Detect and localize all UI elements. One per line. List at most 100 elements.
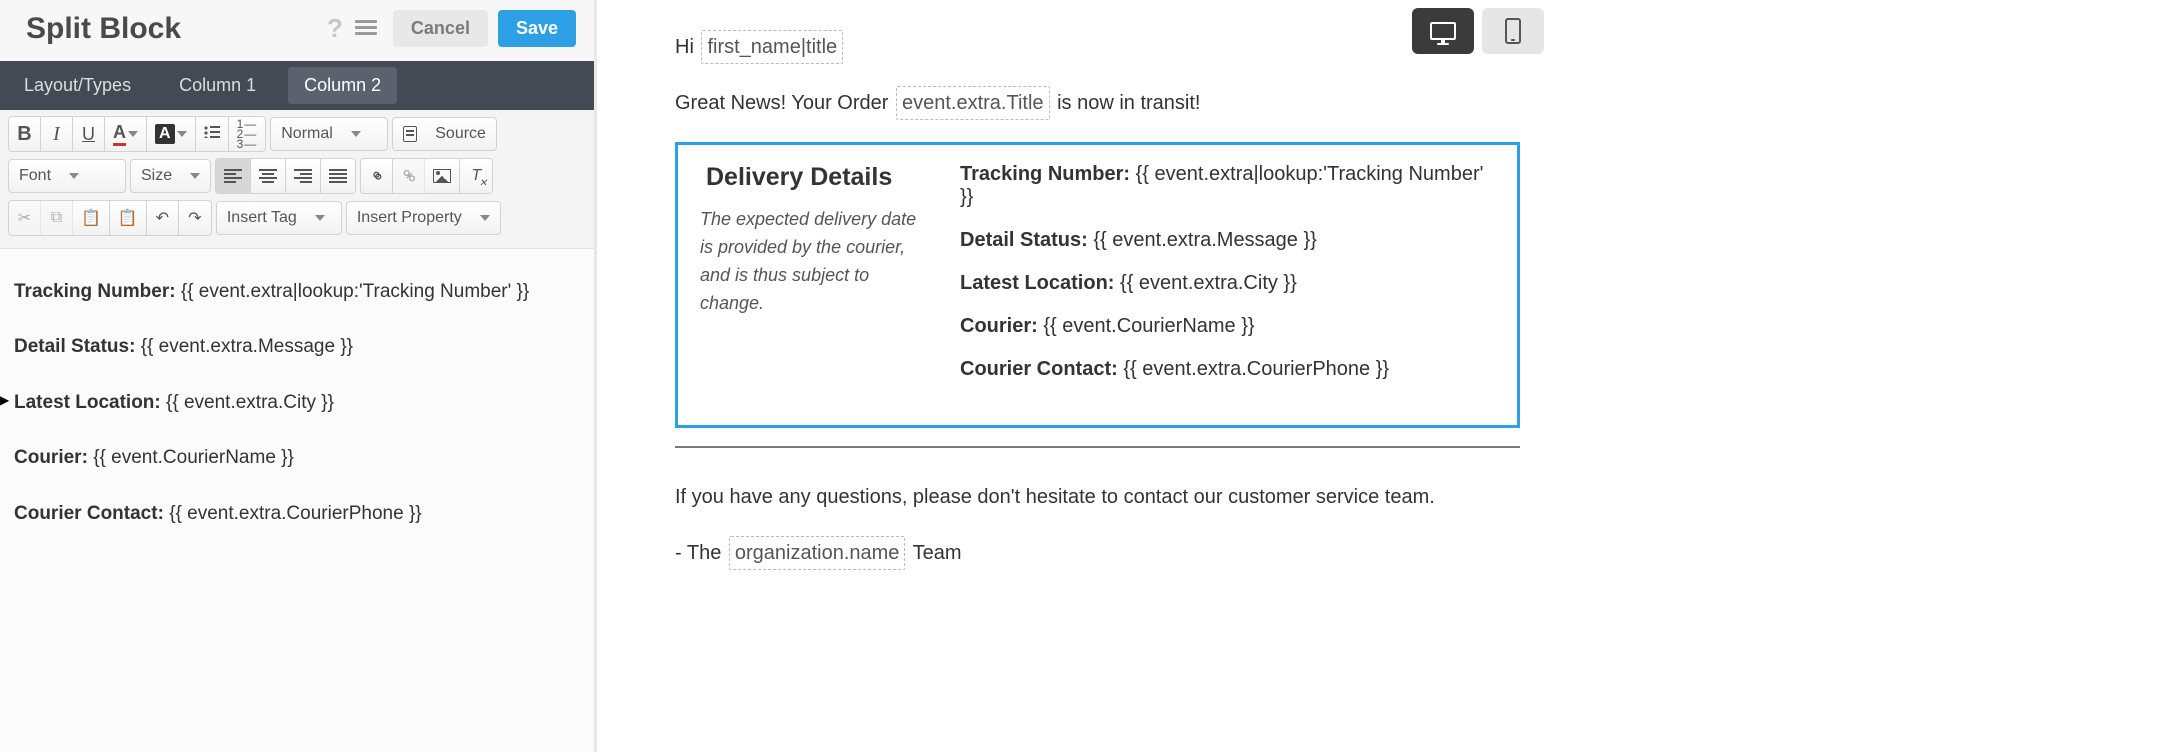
- rte-toolbar: B I U A A 1—2—3— Normal Source Font Size: [0, 110, 594, 249]
- delivery-row: Courier: {{ event.CourierName }}: [960, 315, 1497, 338]
- source-label: Source: [435, 125, 486, 143]
- image-button[interactable]: [425, 159, 460, 193]
- font-family-select[interactable]: Font: [8, 159, 126, 193]
- redo-icon: ↷: [188, 208, 201, 228]
- link-button[interactable]: ⚭: [361, 159, 393, 193]
- variable-org-name[interactable]: organization.name: [729, 536, 906, 570]
- bullet-list-button[interactable]: [196, 117, 229, 151]
- field-label: Courier Contact:: [14, 503, 169, 524]
- paste-plain-button[interactable]: 📋: [110, 201, 147, 235]
- remove-format-icon: T✕: [471, 167, 481, 185]
- unlink-icon: ⚮: [396, 163, 422, 189]
- divider: [675, 446, 1520, 448]
- desktop-preview-button[interactable]: [1412, 8, 1474, 54]
- preview-greeting: Hi first_name|title: [675, 30, 1520, 64]
- link-icon: ⚭: [364, 163, 390, 189]
- order-line-suffix: is now in transit!: [1052, 92, 1201, 114]
- menu-icon[interactable]: [355, 15, 377, 43]
- delivery-details-box: Delivery Details The expected delivery d…: [675, 142, 1520, 428]
- delivery-label: Courier Contact:: [960, 358, 1123, 380]
- background-color-button[interactable]: A: [147, 117, 196, 151]
- bold-button[interactable]: B: [9, 117, 41, 151]
- copy-button[interactable]: ⧉: [41, 201, 73, 235]
- undo-icon: ↶: [156, 208, 169, 228]
- delivery-row: Latest Location: {{ event.extra.City }}: [960, 272, 1497, 295]
- delivery-value: {{ event.CourierName }}: [1043, 315, 1254, 337]
- editor-field-row[interactable]: Courier Contact: {{ event.extra.CourierP…: [14, 499, 580, 528]
- source-button[interactable]: Source: [392, 117, 497, 151]
- cut-button[interactable]: ✂: [9, 201, 41, 235]
- editor-field-row[interactable]: Courier: {{ event.CourierName }}: [14, 443, 580, 472]
- delivery-row: Detail Status: {{ event.extra.Message }}: [960, 229, 1497, 252]
- font-size-select[interactable]: Size: [130, 159, 211, 193]
- editor-header: Split Block ? Cancel Save: [0, 0, 594, 61]
- help-icon[interactable]: ?: [327, 13, 343, 44]
- paragraph-format-label: Normal: [281, 125, 333, 143]
- delivery-row: Courier Contact: {{ event.extra.CourierP…: [960, 358, 1497, 381]
- field-label: Detail Status:: [14, 336, 141, 357]
- tab-column-1[interactable]: Column 1: [155, 61, 280, 110]
- delivery-label: Courier:: [960, 315, 1043, 337]
- underline-button[interactable]: U: [73, 117, 105, 151]
- mobile-icon: [1505, 18, 1521, 44]
- insert-property-select[interactable]: Insert Property: [346, 201, 501, 235]
- field-value: {{ event.extra|lookup:'Tracking Number' …: [181, 281, 529, 302]
- save-button[interactable]: Save: [498, 10, 576, 47]
- order-line-prefix: Great News! Your Order: [675, 92, 894, 114]
- tab-layout-types[interactable]: Layout/Types: [0, 61, 155, 110]
- rte-content-area[interactable]: Tracking Number: {{ event.extra|lookup:'…: [0, 249, 594, 582]
- variable-first-name[interactable]: first_name|title: [701, 30, 843, 64]
- delivery-note: The expected delivery date is provided b…: [700, 206, 920, 318]
- editor-field-row[interactable]: Detail Status: {{ event.extra.Message }}: [14, 332, 580, 361]
- paste-button[interactable]: 📋: [73, 201, 110, 235]
- align-justify-button[interactable]: [321, 159, 355, 193]
- paragraph-format-select[interactable]: Normal: [270, 117, 388, 151]
- align-right-button[interactable]: [286, 159, 321, 193]
- image-icon: [433, 169, 451, 183]
- signature-suffix: Team: [907, 542, 961, 564]
- delivery-value: {{ event.extra.CourierPhone }}: [1123, 358, 1389, 380]
- redo-button[interactable]: ↷: [179, 201, 211, 235]
- source-icon: [403, 126, 417, 142]
- align-center-button[interactable]: [251, 159, 286, 193]
- device-preview-toggle: [1412, 8, 1544, 54]
- delivery-label: Latest Location:: [960, 272, 1120, 294]
- editor-pane: Split Block ? Cancel Save Layout/Types C…: [0, 0, 597, 752]
- align-left-button[interactable]: [216, 159, 251, 193]
- undo-button[interactable]: ↶: [147, 201, 179, 235]
- numbered-list-button[interactable]: 1—2—3—: [229, 117, 266, 151]
- remove-format-button[interactable]: T✕: [460, 159, 492, 193]
- field-value: {{ event.extra.Message }}: [141, 336, 353, 357]
- font-family-label: Font: [19, 167, 51, 185]
- italic-button[interactable]: I: [41, 117, 73, 151]
- insert-tag-label: Insert Tag: [227, 209, 297, 227]
- editor-tabs: Layout/Types Column 1 Column 2: [0, 61, 594, 110]
- signature-prefix: - The: [675, 542, 727, 564]
- signature-line: - The organization.name Team: [675, 536, 1520, 570]
- delivery-value: {{ event.extra.Message }}: [1093, 229, 1317, 251]
- insert-tag-select[interactable]: Insert Tag: [216, 201, 342, 235]
- field-label: Courier:: [14, 447, 93, 468]
- preview-pane: Hi first_name|title Great News! Your Ord…: [597, 0, 1560, 752]
- text-color-button[interactable]: A: [105, 117, 147, 151]
- footer-question: If you have any questions, please don't …: [675, 482, 1520, 512]
- delivery-row: Tracking Number: {{ event.extra|lookup:'…: [960, 163, 1497, 209]
- delivery-label: Detail Status:: [960, 229, 1093, 251]
- unlink-button[interactable]: ⚮: [393, 159, 425, 193]
- field-value: {{ event.CourierName }}: [93, 447, 294, 468]
- panel-title: Split Block: [26, 12, 327, 46]
- field-label: Latest Location:: [14, 392, 166, 413]
- variable-order-title[interactable]: event.extra.Title: [896, 86, 1050, 120]
- font-size-label: Size: [141, 167, 172, 185]
- editor-field-row[interactable]: Tracking Number: {{ event.extra|lookup:'…: [14, 277, 580, 306]
- delivery-value: {{ event.extra.City }}: [1120, 272, 1297, 294]
- mobile-preview-button[interactable]: [1482, 8, 1544, 54]
- delivery-label: Tracking Number:: [960, 163, 1136, 185]
- field-label: Tracking Number:: [14, 281, 181, 302]
- cancel-button[interactable]: Cancel: [393, 10, 488, 47]
- tab-column-2[interactable]: Column 2: [288, 67, 397, 104]
- editor-field-row[interactable]: Latest Location: {{ event.extra.City }}: [14, 388, 580, 417]
- delivery-heading: Delivery Details: [706, 163, 920, 192]
- desktop-icon: [1430, 22, 1456, 40]
- preview-order-line: Great News! Your Order event.extra.Title…: [675, 86, 1520, 120]
